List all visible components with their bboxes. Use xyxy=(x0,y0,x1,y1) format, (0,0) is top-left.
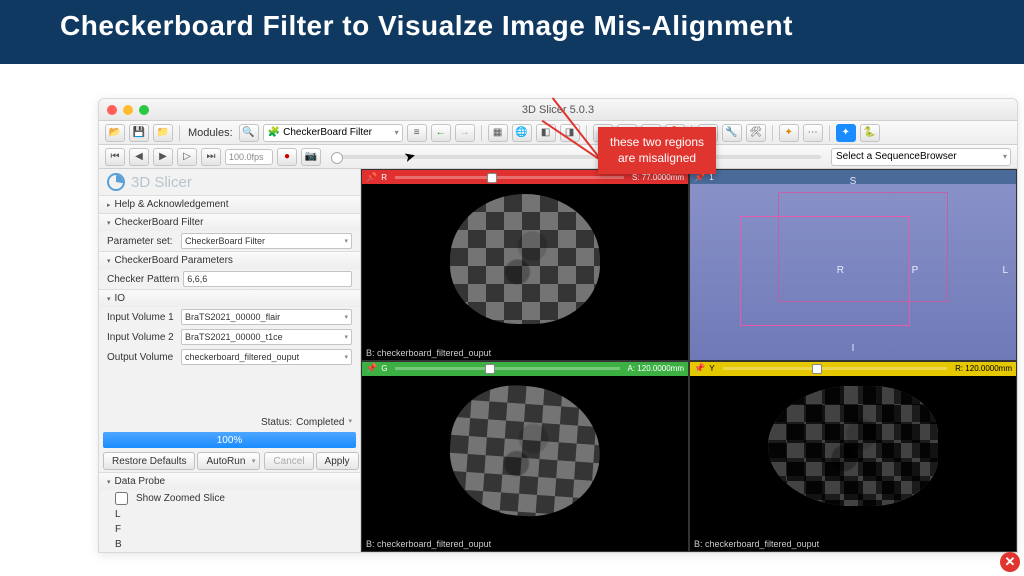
show-zoomed-label: Show Zoomed Slice xyxy=(136,493,225,504)
axis-s: S xyxy=(850,176,857,187)
module-panel: 3D Slicer ▸Help & Acknowledgement ▾Check… xyxy=(99,169,361,552)
pin-icon[interactable]: 📌 xyxy=(366,363,377,374)
axis-l: L xyxy=(1002,265,1008,276)
more-button[interactable]: ⋯ xyxy=(803,124,823,142)
output-volume-label: Output Volume xyxy=(107,352,177,363)
ext1-button[interactable]: 🔧 xyxy=(722,124,742,142)
checker-pattern-input[interactable]: 6,6,6 xyxy=(183,271,352,287)
yellow-slice-value: R: 120.0000mm xyxy=(955,364,1012,373)
save-data-button[interactable]: 💾 xyxy=(129,124,149,142)
threed-view[interactable]: 📌1 S R L P I xyxy=(689,169,1017,361)
red-view-label: R xyxy=(381,173,387,182)
scene-button[interactable]: 🌐 xyxy=(512,124,532,142)
crosshair-button[interactable]: ✦ xyxy=(779,124,799,142)
probe-l: L xyxy=(115,509,121,520)
yellow-slice-view[interactable]: 📌 Y R: 120.0000mm B: checkerboard_filter… xyxy=(689,361,1017,553)
green-view-bar[interactable]: 📌 G A: 120.0000mm xyxy=(362,362,688,376)
param-set-select[interactable]: CheckerBoard Filter xyxy=(181,233,352,249)
help-section[interactable]: ▸Help & Acknowledgement xyxy=(99,196,360,213)
seq-first-button[interactable]: ⏮ xyxy=(105,148,125,166)
params-section-header[interactable]: ▾CheckerBoard Parameters xyxy=(99,252,360,269)
probe-f: F xyxy=(115,524,121,535)
module-selected-label: CheckerBoard Filter xyxy=(283,127,372,138)
red-slice-view[interactable]: 📌 R S: 77.0000mm B: checkerboard_filtere… xyxy=(361,169,689,361)
ext2-button[interactable]: 🛠 xyxy=(746,124,766,142)
dataprobe-header[interactable]: ▾Data Probe xyxy=(99,473,360,490)
seq-last-button[interactable]: ⏭ xyxy=(201,148,221,166)
status-label: Status: xyxy=(261,417,292,428)
layout-button[interactable]: ▦ xyxy=(488,124,508,142)
cancel-button: Cancel xyxy=(264,452,313,470)
module-search-button[interactable]: 🔍 xyxy=(239,124,259,142)
sequence-toolbar: ⏮ ◀ ▶ ▷ ⏭ 100.0fps ● 📷 Select a Sequence… xyxy=(99,145,1017,169)
axis-i: I xyxy=(852,343,855,354)
progress-bar: 100% xyxy=(103,432,356,448)
modules-label: Modules: xyxy=(188,127,233,139)
fps-input[interactable]: 100.0fps xyxy=(225,149,273,165)
input-volume-2-label: Input Volume 2 xyxy=(107,332,177,343)
app-name: 3D Slicer xyxy=(131,174,192,191)
load-dicom-button[interactable]: 📁 xyxy=(153,124,173,142)
nav-forward-button[interactable]: → xyxy=(455,124,475,142)
restore-defaults-button[interactable]: Restore Defaults xyxy=(103,452,195,470)
nav-back-button[interactable]: ← xyxy=(431,124,451,142)
pin-icon[interactable]: 📌 xyxy=(366,172,377,183)
pin-icon[interactable]: 📌 xyxy=(694,363,705,374)
view-grid: 📌 R S: 77.0000mm B: checkerboard_filtere… xyxy=(361,169,1017,552)
autorun-button[interactable]: AutoRun xyxy=(197,452,260,470)
axis-p: P xyxy=(912,265,919,276)
show-zoomed-checkbox[interactable] xyxy=(115,492,128,505)
main-toolbar: 📂 💾 📁 Modules: 🔍 🧩CheckerBoard Filter ≡ … xyxy=(99,121,1017,145)
red-bg-label: B: checkerboard_filtered_ouput xyxy=(366,348,491,358)
brain-checkerboard-coronal xyxy=(446,380,605,520)
slide-title: Checkerboard Filter to Visualze Image Mi… xyxy=(60,10,964,42)
input-volume-1-label: Input Volume 1 xyxy=(107,312,177,323)
green-slice-value: A: 120.0000mm xyxy=(628,364,684,373)
snapshot-button[interactable]: 📷 xyxy=(301,148,321,166)
yellow-bg-label: B: checkerboard_filtered_ouput xyxy=(694,539,819,549)
sequence-slider[interactable] xyxy=(331,155,821,159)
slicer-logo-icon xyxy=(107,173,125,191)
yellow-view-bar[interactable]: 📌 Y R: 120.0000mm xyxy=(690,362,1016,376)
input-volume-2-select[interactable]: BraTS2021_00000_t1ce xyxy=(181,329,352,345)
record-button[interactable]: ● xyxy=(277,148,297,166)
sequence-placeholder: Select a SequenceBrowser xyxy=(836,151,957,162)
output-volume-select[interactable]: checkerboard_filtered_ouput xyxy=(181,349,352,365)
yellow-slice-slider[interactable] xyxy=(723,367,948,370)
green-view-label: G xyxy=(381,364,387,373)
axis-r: R xyxy=(837,265,844,276)
yellow-view-label: Y xyxy=(709,364,714,373)
extensions-button[interactable]: ✦ xyxy=(836,124,856,142)
probe-b: B xyxy=(115,539,122,550)
brain-checkerboard-sagittal xyxy=(768,386,938,506)
green-slice-view[interactable]: 📌 G A: 120.0000mm B: checkerboard_filter… xyxy=(361,361,689,553)
io-section-header[interactable]: ▾IO xyxy=(99,290,360,307)
slide-banner: Checkerboard Filter to Visualze Image Mi… xyxy=(0,0,1024,64)
brain-checkerboard-axial xyxy=(450,194,600,324)
python-button[interactable]: 🐍 xyxy=(860,124,880,142)
input-volume-1-select[interactable]: BraTS2021_00000_flair xyxy=(181,309,352,325)
module-selector[interactable]: 🧩CheckerBoard Filter xyxy=(263,124,403,142)
load-data-button[interactable]: 📂 xyxy=(105,124,125,142)
seq-prev-button[interactable]: ◀ xyxy=(129,148,149,166)
orientation-cube[interactable] xyxy=(720,186,960,336)
param-set-label: Parameter set: xyxy=(107,236,177,247)
green-slice-slider[interactable] xyxy=(395,367,619,370)
green-bg-label: B: checkerboard_filtered_ouput xyxy=(366,539,491,549)
close-overlay-button[interactable]: ✕ xyxy=(1000,552,1020,572)
filter-section-header[interactable]: ▾CheckerBoard Filter xyxy=(99,214,360,231)
seq-next-button[interactable]: ▷ xyxy=(177,148,197,166)
apply-button[interactable]: Apply xyxy=(316,452,359,470)
sequence-browser-select[interactable]: Select a SequenceBrowser xyxy=(831,148,1011,166)
misalignment-annotation: these two regions are misaligned xyxy=(598,127,716,174)
seq-play-button[interactable]: ▶ xyxy=(153,148,173,166)
status-value: Completed xyxy=(296,417,344,428)
checker-pattern-label: Checker Pattern xyxy=(107,274,179,285)
module-history-button[interactable]: ≡ xyxy=(407,124,427,142)
red-slice-slider[interactable] xyxy=(395,176,624,179)
app-window: 3D Slicer 5.0.3 📂 💾 📁 Modules: 🔍 🧩Checke… xyxy=(98,98,1018,553)
